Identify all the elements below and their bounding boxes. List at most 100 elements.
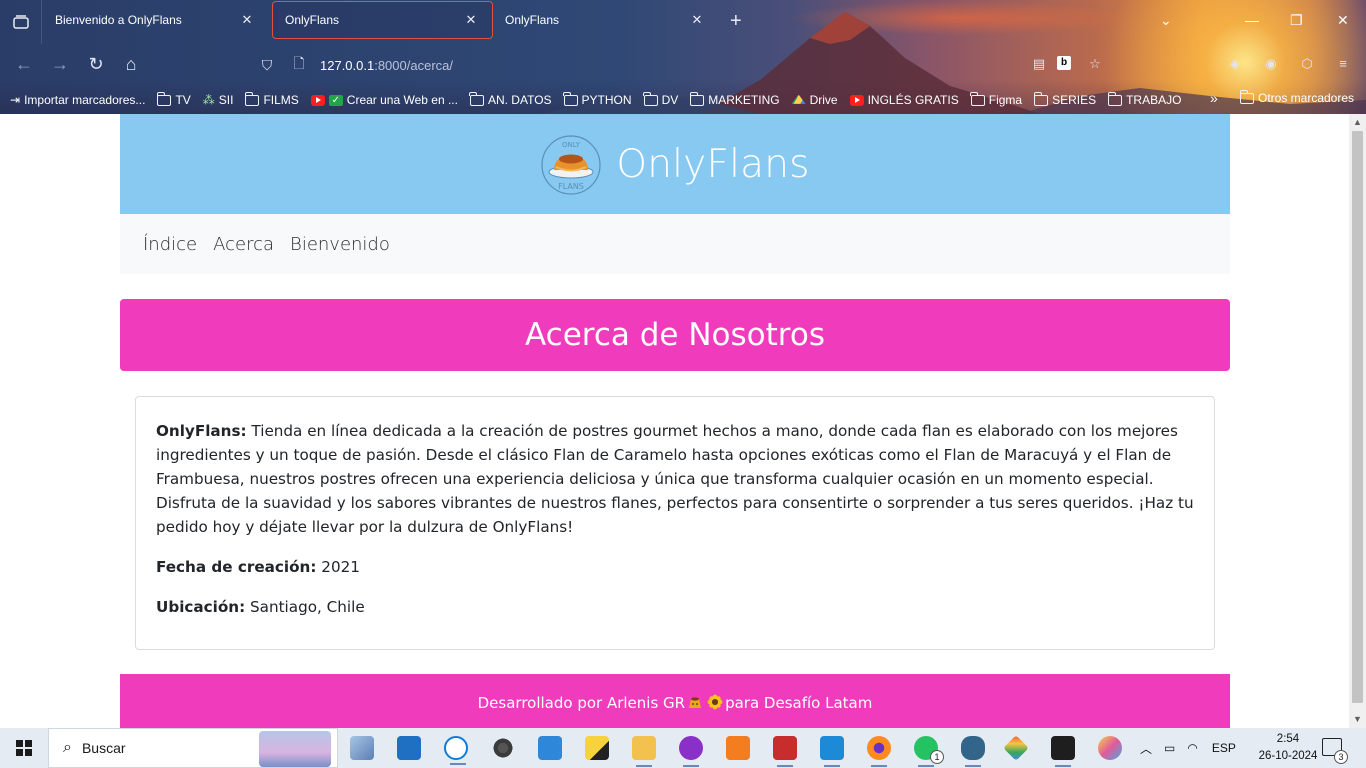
bookmark-label: PYTHON	[581, 93, 632, 107]
pocket-icon[interactable]: ◈	[1226, 56, 1244, 74]
tab-bienvenido[interactable]: Bienvenido a OnlyFlans ✕	[43, 1, 268, 39]
nav-link-bienvenido[interactable]: Bienvenido	[290, 234, 390, 255]
minimize-button[interactable]: —	[1245, 12, 1259, 28]
logo-text-bottom: FLANS	[558, 182, 584, 191]
bookmark-ingles[interactable]: INGLÉS GRATIS	[849, 93, 959, 107]
tab-title: OnlyFlans	[285, 13, 340, 27]
other-bookmarks[interactable]: Otros marcadores	[1239, 89, 1354, 105]
list-all-tabs-icon[interactable]: ⌄	[1160, 12, 1172, 29]
more-bookmarks-chevron-icon[interactable]: »	[1210, 90, 1218, 106]
system-tray: ︿ ▭ ◠ ESP	[1140, 728, 1236, 768]
language-indicator[interactable]: ESP	[1212, 741, 1236, 755]
xampp-icon[interactable]	[726, 736, 750, 760]
windows-logo-icon	[16, 740, 32, 756]
location-value: Santiago, Chile	[245, 598, 365, 616]
brand-label: OnlyFlans:	[156, 422, 247, 440]
clock-time: 2:54	[1276, 733, 1300, 745]
wifi-icon[interactable]: ◠	[1187, 741, 1197, 755]
about-card: OnlyFlans: Tienda en línea dedicada a la…	[135, 396, 1215, 650]
close-tab-icon[interactable]: ✕	[688, 12, 706, 28]
bookmark-dv[interactable]: DV	[643, 91, 679, 107]
tab-onlyflans[interactable]: OnlyFlans ✕	[493, 1, 718, 39]
sii-icon: ⁂	[202, 93, 215, 107]
back-button[interactable]: ←	[12, 54, 36, 76]
taskbar-clock[interactable]: 2:54 26-10-2024	[1258, 731, 1318, 765]
folder-icon	[156, 91, 172, 106]
bookmark-import[interactable]: ⇥ Importar marcadores...	[10, 93, 145, 107]
address-bar[interactable]: ⛉ 🗋 127.0.0.1:8000/acerca/	[256, 51, 1116, 79]
bookmark-crear-web[interactable]: ✓ Crear una Web en ...	[310, 93, 458, 107]
extensions-icon[interactable]: ⬡	[1298, 56, 1316, 74]
photos-app-icon[interactable]	[350, 736, 374, 760]
nav-link-indice[interactable]: Índice	[143, 234, 197, 255]
folder-icon	[1239, 89, 1254, 104]
close-window-button[interactable]: ✕	[1337, 12, 1349, 29]
menu-icon[interactable]: ≡	[1334, 56, 1352, 74]
shield-icon[interactable]: ⛉	[256, 57, 278, 74]
site-title: OnlyFlans	[616, 141, 810, 187]
browser-chrome: Bienvenido a OnlyFlans ✕ OnlyFlans ✕ Onl…	[0, 0, 1366, 114]
bookmark-label: DV	[661, 93, 679, 107]
bookmark-label: Crear una Web en ...	[346, 93, 458, 107]
bookmark-sii[interactable]: ⁂ SII	[203, 93, 234, 107]
sticky-notes-icon[interactable]	[585, 736, 609, 760]
close-tab-icon[interactable]: ✕	[238, 12, 256, 28]
logo-text-top: ONLY	[562, 141, 581, 149]
start-button[interactable]	[0, 728, 48, 768]
folder-icon	[689, 91, 705, 106]
bookmark-label: MARKETING	[708, 93, 780, 107]
nav-link-acerca[interactable]: Acerca	[213, 234, 274, 255]
tabs-icon	[12, 15, 29, 29]
scroll-up-icon[interactable]: ▲	[1349, 114, 1366, 131]
tab-overview-button[interactable]	[0, 0, 42, 44]
bookmark-tv[interactable]: TV	[156, 91, 191, 107]
bookmark-label: INGLÉS GRATIS	[867, 93, 959, 107]
home-button[interactable]: ⌂	[119, 54, 143, 76]
bookmark-an-datos[interactable]: AN. DATOS	[469, 91, 552, 107]
account-icon[interactable]: ◉	[1262, 56, 1280, 74]
close-tab-icon[interactable]: ✕	[462, 12, 480, 28]
bookmark-star-icon[interactable]: ☆	[1086, 56, 1104, 74]
extension-b-icon[interactable]: b	[1057, 56, 1071, 70]
flan-logo-icon: ONLY FLANS	[541, 135, 601, 195]
bookmark-python[interactable]: PYTHON	[563, 91, 632, 107]
red-app-icon[interactable]	[773, 736, 797, 767]
vertical-scrollbar[interactable]: ▲ ▼	[1349, 114, 1366, 728]
mask-app-icon[interactable]	[679, 736, 703, 767]
taskbar-search[interactable]: ⌕ Buscar	[48, 728, 338, 768]
url-host: 127.0.0.1	[320, 57, 375, 73]
about-text: Tienda en línea dedicada a la creación d…	[156, 422, 1194, 536]
new-tab-button[interactable]: +	[730, 10, 742, 32]
reload-button[interactable]: ↻	[84, 54, 108, 76]
firefox-icon[interactable]	[867, 736, 891, 767]
creation-date-label: Fecha de creación:	[156, 558, 317, 576]
battery-icon[interactable]: ▭	[1164, 741, 1175, 755]
bookmark-marketing[interactable]: MARKETING	[689, 91, 780, 107]
file-explorer-icon[interactable]	[632, 736, 656, 767]
scrollbar-thumb[interactable]	[1352, 131, 1363, 703]
reader-view-icon[interactable]: ▤	[1030, 56, 1048, 74]
show-hidden-icons-chevron-icon[interactable]: ︿	[1140, 740, 1152, 757]
teamviewer-app-icon[interactable]	[444, 736, 468, 765]
restore-button[interactable]: ❐	[1290, 12, 1303, 29]
mail-app-icon[interactable]	[397, 736, 421, 760]
settings-gear-icon[interactable]	[491, 736, 515, 760]
paint-app-icon[interactable]	[1098, 736, 1122, 760]
control-panel-icon[interactable]	[538, 736, 562, 760]
bookmark-series[interactable]: SERIES	[1033, 91, 1096, 107]
gitkraken-diamond-icon[interactable]	[1003, 735, 1029, 761]
page-icon: 🗋	[293, 55, 305, 71]
vscode-icon[interactable]	[820, 736, 844, 767]
scroll-down-icon[interactable]: ▼	[1349, 711, 1366, 728]
page-heading: Acerca de Nosotros	[525, 317, 825, 353]
postgresql-icon[interactable]	[961, 736, 985, 767]
bookmark-trabajo[interactable]: TRABAJO	[1107, 91, 1181, 107]
import-icon: ⇥	[10, 93, 21, 107]
bookmark-films[interactable]: FILMS	[244, 91, 299, 107]
tab-onlyflans-active[interactable]: OnlyFlans ✕	[272, 1, 493, 39]
forward-button[interactable]: →	[48, 54, 72, 76]
bookmark-drive[interactable]: Drive	[791, 93, 838, 107]
whatsapp-badge: 1	[930, 750, 944, 764]
bookmark-figma[interactable]: Figma	[970, 91, 1022, 107]
terminal-icon[interactable]	[1051, 736, 1075, 767]
